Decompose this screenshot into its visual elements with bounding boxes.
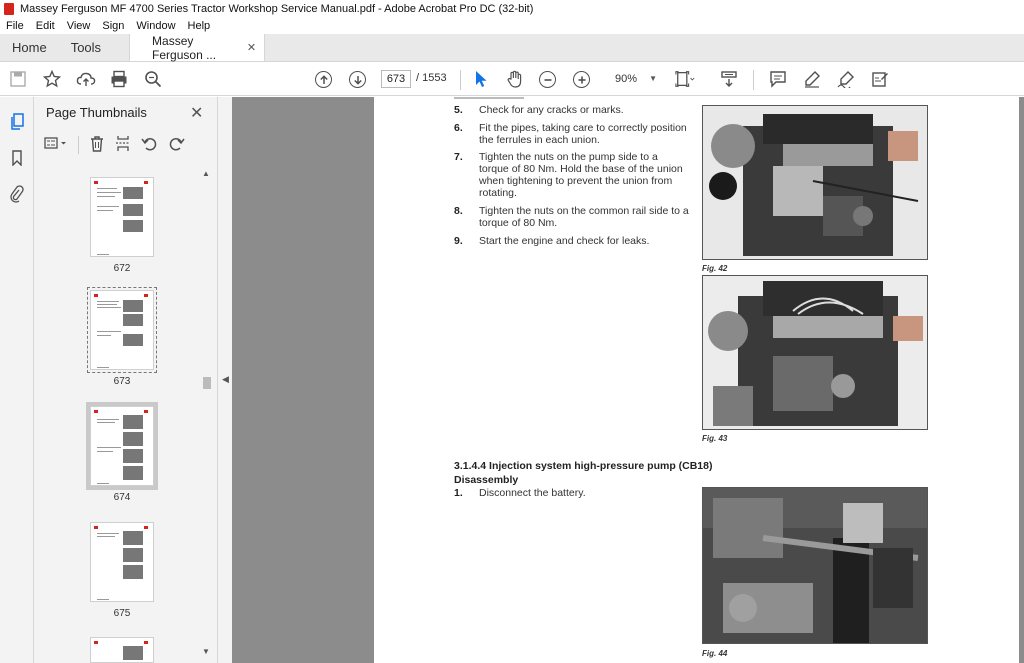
bookmark-star-icon[interactable] — [42, 69, 62, 89]
bookmarks-icon[interactable] — [8, 149, 26, 167]
tab-close-icon[interactable]: ✕ — [247, 41, 256, 54]
scroll-down-icon[interactable]: ▼ — [202, 647, 210, 656]
previous-page-icon[interactable] — [315, 71, 332, 88]
collapse-panel-icon[interactable]: ◀ — [222, 374, 229, 385]
thumbnail-scrollbar[interactable]: ▲ ▼ — [200, 169, 214, 657]
tab-document-label: Massey Ferguson ... — [152, 33, 217, 62]
page-number-input[interactable]: 673 — [381, 70, 411, 88]
engine-photo-figure — [702, 105, 928, 260]
zoom-out-icon[interactable] — [539, 71, 556, 88]
engine-photo-figure — [702, 275, 928, 430]
panel-splitter[interactable]: ◀ — [218, 97, 232, 663]
acrobat-app-icon — [4, 3, 14, 15]
step-text: Check for any cracks or marks. — [479, 104, 624, 116]
scrollbar-thumb[interactable] — [203, 377, 211, 389]
step-number: 1. — [454, 487, 463, 499]
figure-caption: Fig. 43 — [702, 434, 728, 443]
step-text: Tighten the nuts on the pump side to a t… — [479, 151, 683, 199]
main-toolbar: 673 / 1553 90% ▼ — [0, 62, 1024, 96]
rotate-counterclockwise-icon[interactable] — [141, 135, 158, 156]
highlight-pen-icon[interactable] — [802, 69, 822, 89]
left-navigation-rail — [0, 97, 34, 663]
step-number: 8. — [454, 205, 463, 217]
thumbnail-toolbar — [44, 135, 185, 155]
chevron-down-icon: ▼ — [649, 74, 657, 83]
close-panel-icon[interactable]: ✕ — [190, 103, 203, 123]
thumbnail-label: 672 — [113, 263, 131, 274]
thumbnail-image — [90, 637, 154, 663]
hand-tool-icon[interactable] — [505, 69, 525, 89]
sign-pen-icon[interactable] — [836, 69, 856, 89]
delete-page-trash-icon[interactable] — [89, 135, 105, 156]
next-page-icon[interactable] — [349, 71, 366, 88]
upload-cloud-icon[interactable] — [76, 69, 96, 89]
step-number: 9. — [454, 235, 463, 247]
title-bar: Massey Ferguson MF 4700 Series Tractor W… — [0, 0, 1024, 18]
tab-bar: Home Tools Massey Ferguson ... ✕ — [0, 34, 1024, 62]
figure-caption: Fig. 42 — [702, 264, 728, 273]
menu-file[interactable]: File — [0, 20, 30, 32]
thumbnail-image — [90, 290, 154, 370]
menu-window[interactable]: Window — [130, 20, 181, 32]
tab-document[interactable]: Massey Ferguson ... ✕ — [129, 33, 266, 62]
step-number: 7. — [454, 151, 463, 163]
document-view[interactable]: 5. Check for any cracks or marks. 6. Fit… — [232, 97, 1024, 663]
tab-home[interactable]: Home — [0, 34, 59, 61]
thumbnail-image — [90, 177, 154, 257]
attachments-paperclip-icon[interactable] — [8, 185, 26, 203]
menu-view[interactable]: View — [61, 20, 97, 32]
panel-tools-divider — [78, 136, 79, 154]
comment-icon[interactable] — [768, 69, 788, 89]
pdf-page: 5. Check for any cracks or marks. 6. Fit… — [374, 97, 1019, 663]
figure-caption: Fig. 44 — [702, 649, 728, 658]
section-subtitle: Disassembly — [454, 474, 519, 486]
rotate-clockwise-icon[interactable] — [168, 135, 185, 156]
menu-help[interactable]: Help — [182, 20, 217, 32]
panel-title: Page Thumbnails — [46, 105, 147, 120]
tab-tools[interactable]: Tools — [59, 34, 113, 61]
zoom-level-value: 90% — [615, 73, 638, 85]
print-icon[interactable] — [109, 69, 129, 89]
menu-bar: File Edit View Sign Window Help — [0, 18, 1024, 34]
scroll-up-icon[interactable]: ▲ — [202, 169, 210, 178]
engine-photo-figure — [702, 487, 928, 644]
toolbar-divider — [753, 70, 754, 90]
thumbnail-label: 675 — [113, 608, 131, 619]
step-text: Disconnect the battery. — [479, 487, 586, 499]
save-icon[interactable] — [8, 69, 28, 89]
scroll-mode-icon[interactable] — [719, 69, 739, 89]
zoom-in-icon[interactable] — [573, 71, 590, 88]
select-cursor-icon[interactable] — [471, 69, 491, 89]
step-number: 6. — [454, 122, 463, 134]
toolbar-divider — [460, 70, 461, 90]
page-thumbnails-icon[interactable] — [8, 113, 26, 131]
cut-off-text-line — [454, 97, 524, 99]
zoom-search-icon[interactable] — [143, 69, 163, 89]
thumbnail-label: 674 — [113, 492, 131, 503]
page-count: / 1553 — [416, 72, 447, 84]
thumbnail-image — [90, 406, 154, 486]
step-text: Tighten the nuts on the common rail side… — [479, 205, 689, 229]
thumbnail-options-icon[interactable] — [44, 135, 68, 155]
thumbnail-image — [90, 522, 154, 602]
menu-edit[interactable]: Edit — [30, 20, 61, 32]
step-text: Start the engine and check for leaks. — [479, 235, 650, 247]
fit-page-icon[interactable] — [675, 69, 695, 89]
thumbnail-label: 673 — [113, 376, 131, 387]
window-title: Massey Ferguson MF 4700 Series Tractor W… — [20, 3, 534, 15]
zoom-level-dropdown[interactable]: 90% ▼ — [605, 70, 661, 88]
step-number: 5. — [454, 104, 463, 116]
section-title: 3.1.4.4 Injection system high-pressure p… — [454, 460, 713, 472]
step-text: Fit the pipes, taking care to correctly … — [479, 122, 687, 146]
extract-pages-icon[interactable] — [115, 135, 131, 156]
page-thumbnails-panel: Page Thumbnails ✕ 672 673 674 675 ▲ ▼ — [34, 97, 218, 663]
fill-sign-icon[interactable] — [870, 69, 890, 89]
menu-sign[interactable]: Sign — [96, 20, 130, 32]
